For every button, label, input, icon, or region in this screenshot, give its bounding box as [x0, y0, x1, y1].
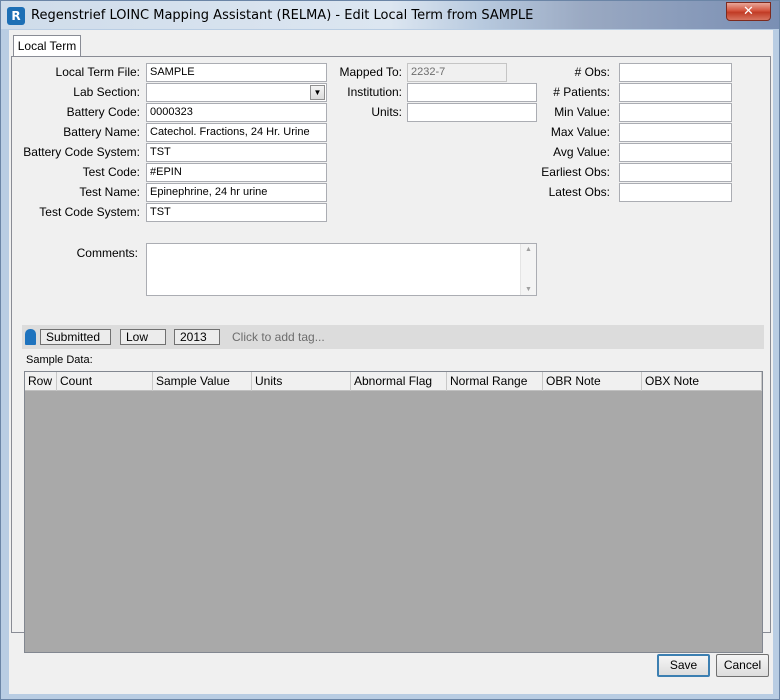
- comments-scrollbar[interactable]: ▲ ▼: [520, 244, 536, 295]
- save-button[interactable]: Save: [657, 654, 710, 677]
- close-button[interactable]: ✕: [726, 2, 771, 21]
- tag-icon: [25, 329, 36, 345]
- column-header-obx-note[interactable]: OBX Note: [642, 372, 762, 391]
- dialog-client-area: Local Term Local Term File: SAMPLE Lab S…: [9, 30, 773, 694]
- column-header-abnormal-flag[interactable]: Abnormal Flag: [351, 372, 447, 391]
- units-field[interactable]: [407, 103, 537, 122]
- obs-count-label: # Obs:: [574, 65, 610, 79]
- test-name-field[interactable]: Epinephrine, 24 hr urine: [146, 183, 327, 202]
- battery-code-field[interactable]: 0000323: [146, 103, 327, 122]
- relma-app-icon: R: [7, 7, 25, 25]
- battery-code-label: Battery Code:: [66, 105, 140, 119]
- patients-count-label: # Patients:: [553, 85, 610, 99]
- mapped-to-label: Mapped To:: [339, 65, 403, 79]
- mapped-to-field: 2232-7: [407, 63, 507, 82]
- relma-window: R Regenstrief LOINC Mapping Assistant (R…: [0, 0, 780, 700]
- scroll-up-icon[interactable]: ▲: [521, 246, 536, 253]
- comments-label: Comments:: [76, 246, 138, 260]
- avg-value-field[interactable]: [619, 143, 732, 162]
- earliest-obs-field[interactable]: [619, 163, 732, 182]
- window-title: Regenstrief LOINC Mapping Assistant (REL…: [31, 8, 534, 23]
- scroll-down-icon[interactable]: ▼: [521, 286, 536, 293]
- battery-code-system-field[interactable]: TST: [146, 143, 327, 162]
- column-header-count[interactable]: Count: [57, 372, 153, 391]
- column-header-units[interactable]: Units: [252, 372, 351, 391]
- cancel-button[interactable]: Cancel: [716, 654, 769, 677]
- test-code-system-field[interactable]: TST: [146, 203, 327, 222]
- battery-name-field[interactable]: Catechol. Fractions, 24 Hr. Urine: [146, 123, 327, 142]
- tag-2013[interactable]: 2013: [174, 329, 220, 345]
- grid-header: Row Count Sample Value Units Abnormal Fl…: [25, 372, 762, 391]
- test-code-label: Test Code:: [82, 165, 140, 179]
- test-name-label: Test Name:: [79, 185, 140, 199]
- column-header-row[interactable]: Row: [25, 372, 57, 391]
- title-bar: R Regenstrief LOINC Mapping Assistant (R…: [1, 1, 779, 29]
- min-value-label: Min Value:: [554, 105, 610, 119]
- tag-low[interactable]: Low: [120, 329, 166, 345]
- tag-submitted[interactable]: Submitted: [40, 329, 111, 345]
- battery-name-label: Battery Name:: [63, 125, 140, 139]
- column-header-normal-range[interactable]: Normal Range: [447, 372, 543, 391]
- lab-section-label: Lab Section:: [73, 85, 140, 99]
- avg-value-label: Avg Value:: [553, 145, 610, 159]
- column-header-obr-note[interactable]: OBR Note: [543, 372, 642, 391]
- test-code-field[interactable]: #EPIN: [146, 163, 327, 182]
- column-header-sample-value[interactable]: Sample Value: [153, 372, 252, 391]
- obs-count-field[interactable]: [619, 63, 732, 82]
- comments-textarea[interactable]: ▲ ▼: [146, 243, 537, 296]
- tag-bar: Submitted Low 2013 Click to add tag...: [22, 325, 764, 349]
- tab-local-term[interactable]: Local Term: [13, 35, 81, 57]
- local-term-file-label: Local Term File:: [55, 65, 140, 79]
- battery-code-system-label: Battery Code System:: [23, 145, 140, 159]
- earliest-obs-label: Earliest Obs:: [541, 165, 610, 179]
- sample-data-grid[interactable]: Row Count Sample Value Units Abnormal Fl…: [24, 371, 763, 653]
- local-term-panel: Local Term File: SAMPLE Lab Section: ▼ B…: [11, 56, 771, 653]
- add-tag-prompt[interactable]: Click to add tag...: [232, 330, 325, 344]
- sample-data-label: Sample Data:: [26, 354, 93, 366]
- institution-field[interactable]: [407, 83, 537, 102]
- test-code-system-label: Test Code System:: [39, 205, 140, 219]
- latest-obs-field[interactable]: [619, 183, 732, 202]
- lab-section-dropdown[interactable]: ▼: [146, 83, 327, 102]
- units-label: Units:: [371, 105, 402, 119]
- institution-label: Institution:: [347, 85, 402, 99]
- max-value-field[interactable]: [619, 123, 732, 142]
- max-value-label: Max Value:: [550, 125, 610, 139]
- latest-obs-label: Latest Obs:: [548, 185, 610, 199]
- min-value-field[interactable]: [619, 103, 732, 122]
- local-term-file-field[interactable]: SAMPLE: [146, 63, 327, 82]
- patients-count-field[interactable]: [619, 83, 732, 102]
